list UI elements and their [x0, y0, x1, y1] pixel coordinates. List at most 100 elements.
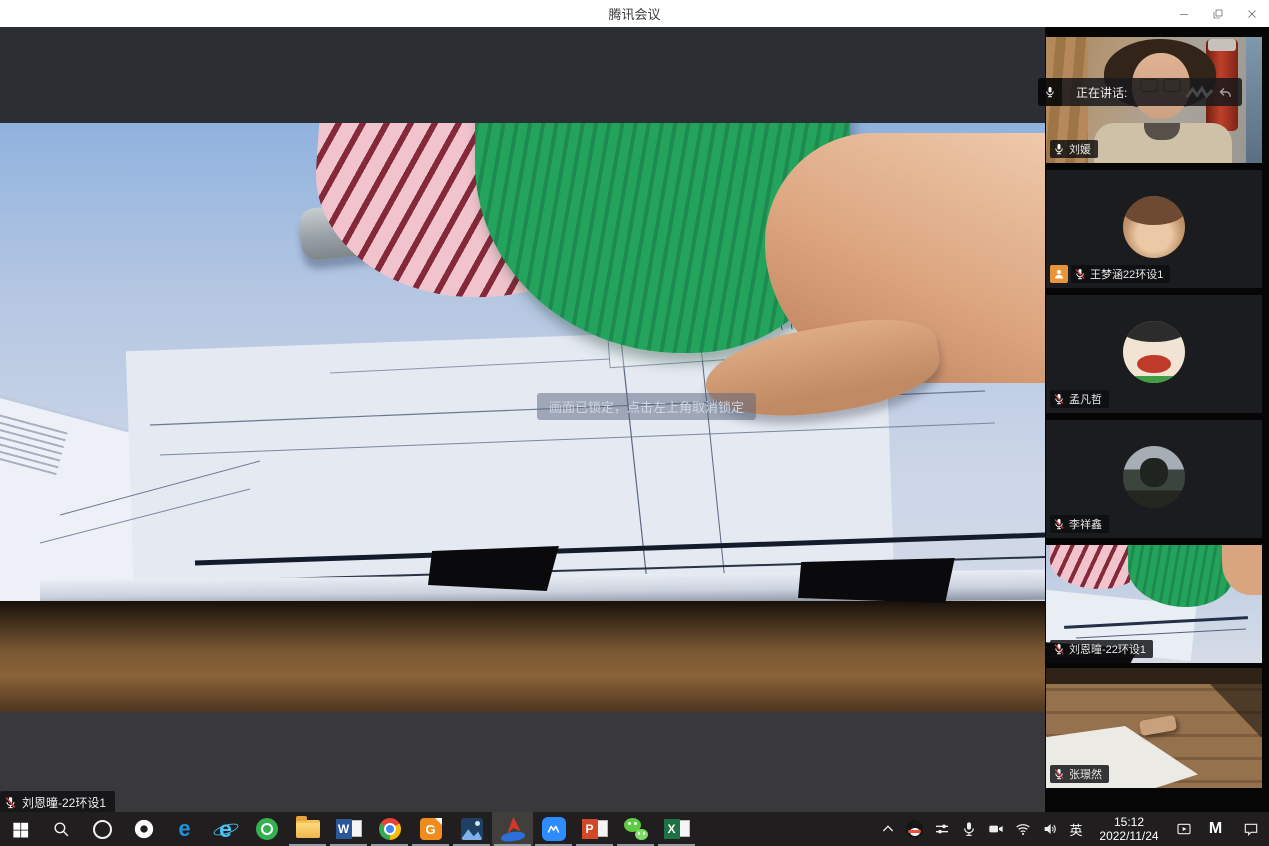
participant-2-badges: 王梦涵22环设1 [1050, 265, 1170, 283]
search-button[interactable] [41, 812, 82, 846]
internet-explorer-button[interactable]: e [205, 812, 246, 846]
participant-1-badges: 刘媛 [1050, 140, 1098, 158]
volume-mixer-button[interactable] [928, 812, 955, 846]
participant-name: 刘媛 [1069, 141, 1091, 157]
icon-swoosh [500, 830, 525, 842]
microphone-muted-icon [4, 796, 17, 809]
titlebar: 腾讯会议 [0, 0, 1269, 27]
restore-button[interactable] [1201, 0, 1235, 27]
participant-name-badge: 孟凡哲 [1050, 390, 1109, 408]
mixer-icon [934, 821, 950, 837]
file-explorer-icon [296, 820, 320, 838]
speaker-icon [1042, 821, 1058, 837]
wechat-icon [624, 818, 648, 840]
participant-name: 张璟然 [1069, 766, 1102, 782]
avatar-hair [1123, 196, 1185, 225]
close-button[interactable] [1235, 0, 1269, 27]
taskbar-apps: e e W [0, 812, 697, 846]
close-icon [1246, 8, 1258, 20]
word-button[interactable]: W [328, 812, 369, 846]
excel-icon: X [664, 819, 690, 839]
meeting-active-app-button[interactable] [492, 812, 533, 846]
windows-taskbar: e e W [0, 812, 1269, 846]
participant-tile-6[interactable]: 张璟然 [1046, 668, 1262, 788]
file-explorer-button[interactable] [287, 812, 328, 846]
participant-4-badges: 李祥鑫 [1050, 515, 1109, 533]
participant-name: 李祥鑫 [1069, 516, 1102, 532]
avatar-collar [1123, 376, 1185, 383]
window-title: 腾讯会议 [0, 4, 1269, 23]
camera-icon [988, 821, 1004, 837]
avatar-mouth [1137, 355, 1172, 374]
microphone-muted-icon [1053, 768, 1065, 780]
participant-tile-2[interactable]: 王梦涵22环设1 [1046, 170, 1262, 288]
m-logo-tray-button[interactable]: M [1199, 820, 1233, 838]
action-center-button[interactable] [1233, 812, 1269, 846]
cortana-icon [93, 820, 112, 839]
tencent-meeting-button[interactable] [533, 812, 574, 846]
camera-tray-button[interactable] [982, 812, 1009, 846]
photos-button[interactable] [451, 812, 492, 846]
speaking-mic-chip [1038, 78, 1062, 106]
qq-tray-button[interactable] [901, 812, 928, 846]
microphone-muted-icon [1053, 393, 1065, 405]
system-tray: 英 15:12 2022/11/24 M [874, 812, 1269, 846]
wechat-button[interactable] [615, 812, 656, 846]
meeting-active-app-icon [500, 817, 526, 841]
volume-button[interactable] [1036, 812, 1063, 846]
locked-shared-screen-video [0, 123, 1045, 712]
black-clip-right [798, 555, 958, 605]
screen-locked-text: 画面已锁定，点击左上角取消锁定 [549, 397, 744, 416]
participant-name-badge: 李祥鑫 [1050, 515, 1109, 533]
powerpoint-icon: P [582, 819, 608, 839]
excel-button[interactable]: X [656, 812, 697, 846]
microphone-icon [1044, 86, 1056, 98]
start-button[interactable] [0, 812, 41, 846]
qq-icon [906, 820, 923, 838]
participant-tile-3[interactable]: 孟凡哲 [1046, 295, 1262, 413]
photos-icon [461, 818, 483, 840]
windows-logo-icon [11, 820, 30, 839]
participants-sidebar: 刘媛 王梦涵22环设1 [1045, 27, 1269, 812]
participant-name-badge: 刘恩曈-22环设1 [1050, 640, 1153, 658]
excel-letter: X [664, 819, 680, 839]
input-language-indicator[interactable]: 英 [1063, 820, 1089, 839]
participant-2-avatar [1123, 196, 1185, 258]
notification-bubble-icon [1243, 821, 1259, 837]
participant-6-badges: 张璟然 [1050, 765, 1109, 783]
microphone-tray-button[interactable] [955, 812, 982, 846]
green-browser-button[interactable] [246, 812, 287, 846]
chrome-button[interactable] [369, 812, 410, 846]
reply-arrow-icon[interactable] [1217, 85, 1234, 100]
chevron-up-icon [880, 821, 896, 837]
hidden-icons-button[interactable] [874, 812, 901, 846]
participant-name: 刘恩曈-22环设1 [1069, 641, 1146, 657]
participant-name-badge: 王梦涵22环设1 [1071, 265, 1170, 283]
participant-4-avatar [1123, 446, 1185, 508]
media-player-tray-button[interactable] [1169, 812, 1199, 846]
pinwheel-browser-button[interactable] [123, 812, 164, 846]
microphone-on-icon [1053, 143, 1065, 155]
taskbar-clock[interactable]: 15:12 2022/11/24 [1089, 815, 1169, 843]
minimize-button[interactable] [1167, 0, 1201, 27]
network-button[interactable] [1009, 812, 1036, 846]
orange-docs-app-icon: G [420, 818, 442, 840]
cortana-button[interactable] [82, 812, 123, 846]
internet-explorer-icon: e [214, 817, 238, 841]
minimize-icon [1178, 8, 1190, 20]
participant-name-badge: 刘媛 [1050, 140, 1098, 158]
letterbox-strip [0, 712, 1045, 812]
edge-button[interactable]: e [164, 812, 205, 846]
participant-tile-5[interactable]: 刘恩曈-22环设1 [1046, 545, 1262, 663]
orange-docs-app-button[interactable]: G [410, 812, 451, 846]
powerpoint-button[interactable]: P [574, 812, 615, 846]
main-speaker-name: 刘恩曈-22环设1 [22, 794, 106, 811]
wooden-table-edge [0, 601, 1045, 712]
main-video-area[interactable]: 画面已锁定，点击左上角取消锁定 刘恩曈-22环设1 [0, 27, 1045, 812]
shadow-wedge [1210, 684, 1262, 738]
pinwheel-browser-icon [133, 818, 155, 840]
participant-tile-4[interactable]: 李祥鑫 [1046, 420, 1262, 538]
tan-eraser [1139, 715, 1177, 736]
participant-3-badges: 孟凡哲 [1050, 390, 1109, 408]
participant-name: 王梦涵22环设1 [1090, 266, 1163, 282]
